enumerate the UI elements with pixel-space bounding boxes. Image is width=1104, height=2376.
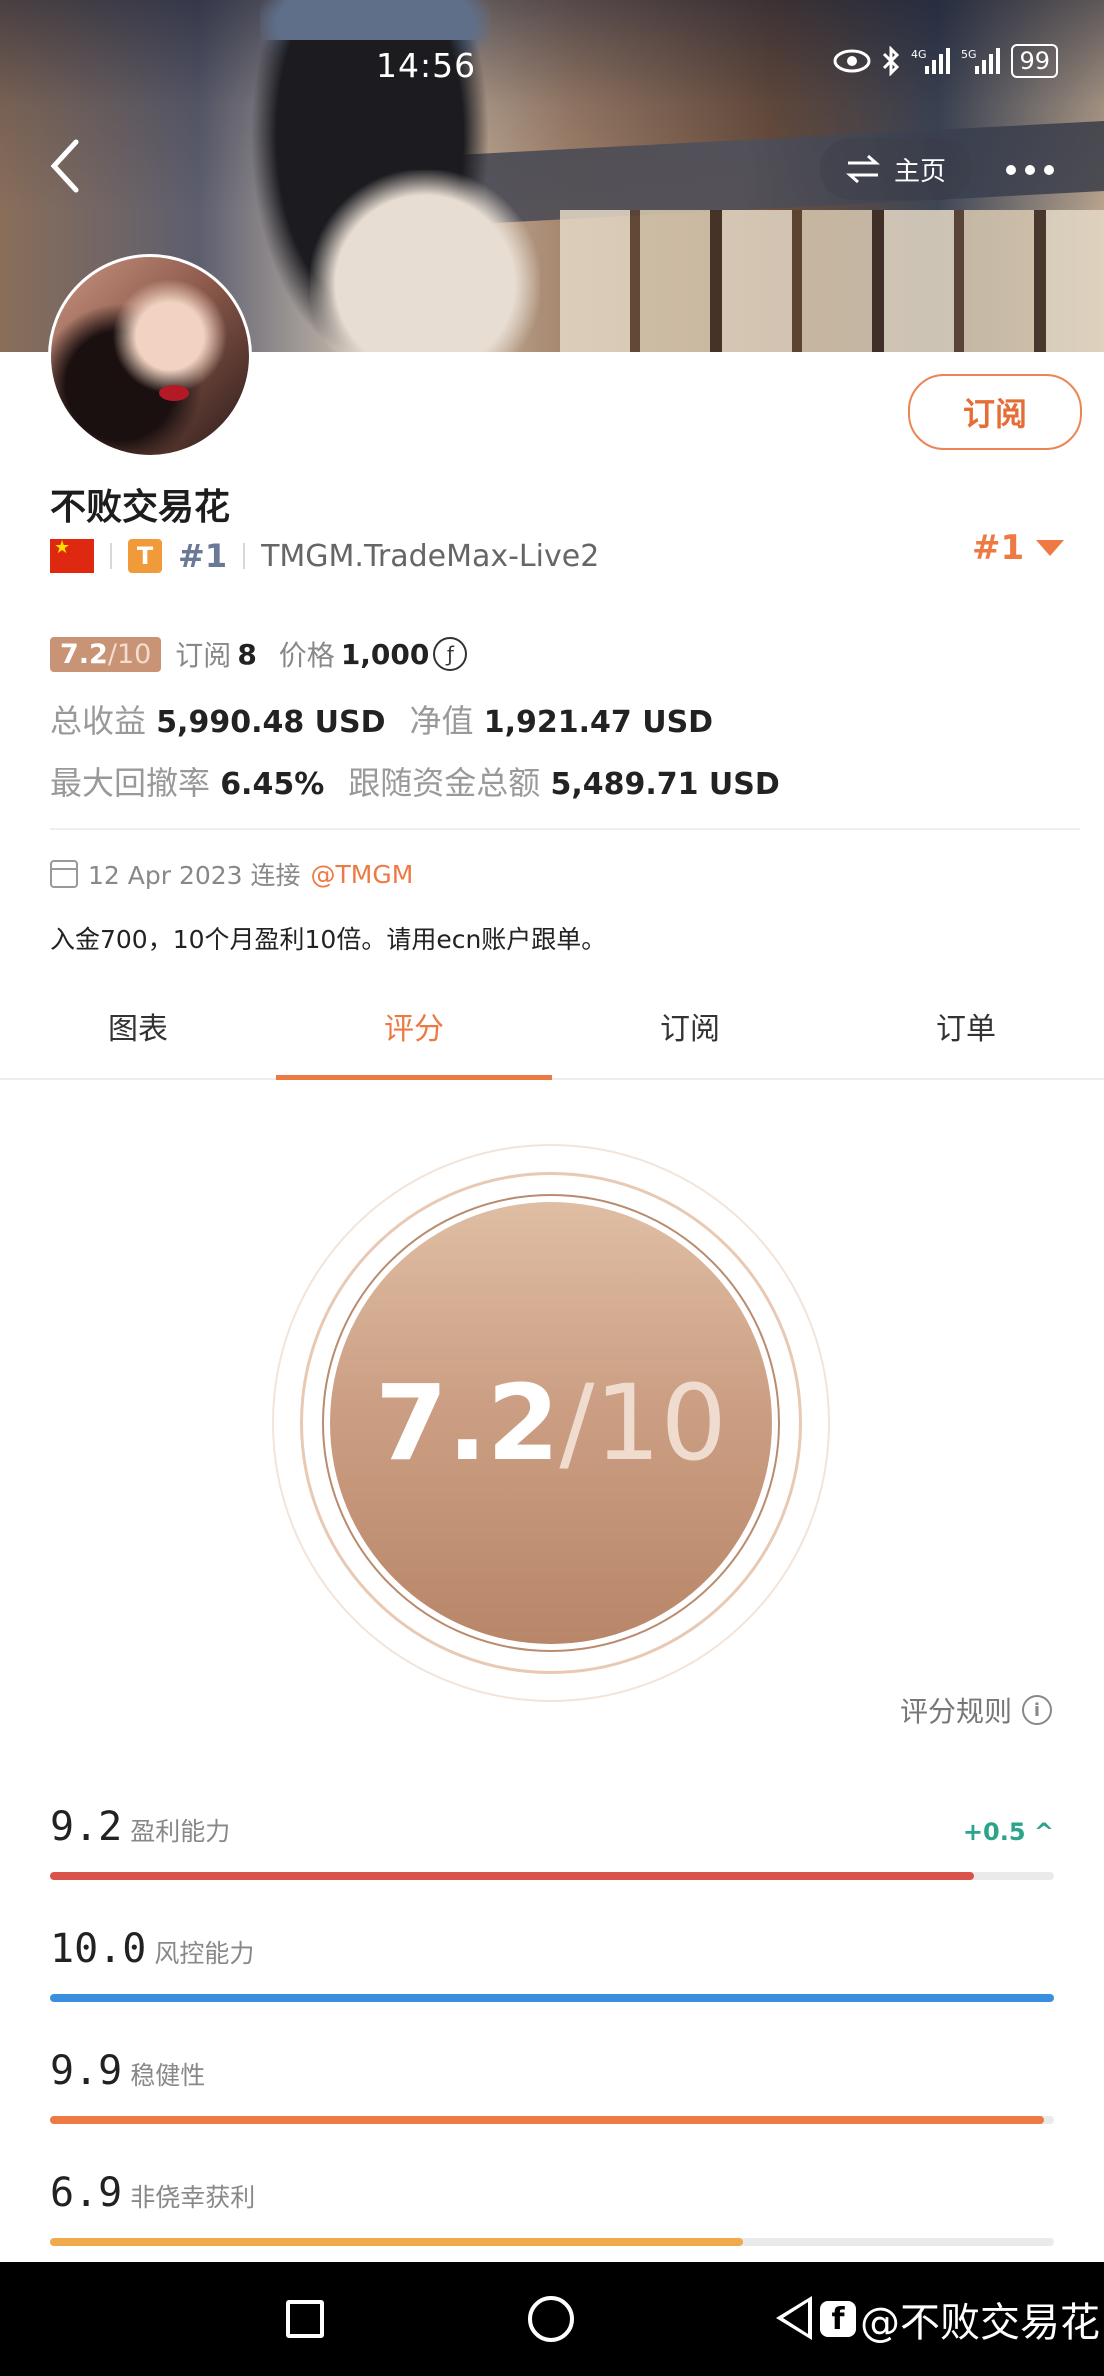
- rank-label: #1: [178, 537, 228, 575]
- more-dot-icon: [1006, 165, 1016, 175]
- signal-5g-icon: 5G: [961, 48, 1001, 74]
- drawdown-funds-row: 最大回撤率 6.45% 跟随资金总额 5,489.71 USD: [50, 758, 780, 804]
- caret-down-icon: [1036, 540, 1065, 556]
- subscribe-button[interactable]: 订阅: [908, 374, 1082, 450]
- status-icons: 4G 5G 99: [833, 44, 1058, 78]
- home-switch-button[interactable]: 主页: [820, 138, 972, 200]
- rank-dropdown-label: #1: [972, 528, 1025, 568]
- home-button[interactable]: [528, 2296, 574, 2342]
- bluetooth-icon: [883, 46, 900, 76]
- follow-funds-label: 跟随资金总额: [348, 764, 541, 802]
- facebook-icon: f: [820, 2301, 856, 2337]
- subs-value: 8: [237, 637, 257, 671]
- score-track: [50, 2238, 1054, 2246]
- recent-apps-button[interactable]: [286, 2300, 324, 2338]
- home-label: 主页: [893, 156, 946, 187]
- score-row-value: 9.2: [50, 1804, 123, 1850]
- watermark-text: @不败交易花: [860, 2300, 1100, 2346]
- score-track: [50, 1872, 1054, 1880]
- subs-label: 订阅: [175, 639, 232, 672]
- equity-label: 净值: [409, 702, 474, 740]
- follow-funds-value: 5,489.71 USD: [550, 767, 780, 802]
- system-nav-bar: f @不败交易花: [0, 2262, 1104, 2376]
- swap-icon: [845, 154, 880, 184]
- connect-date: 12 Apr 2023 连接: [88, 861, 301, 890]
- score-delta-up: +0.5 ^: [962, 1818, 1054, 1846]
- trader-meta-row: T #1 TMGM.TradeMax-Live2: [50, 534, 599, 578]
- score-row-label: 稳健性: [130, 2061, 206, 2090]
- battery-icon: 99: [1011, 44, 1058, 78]
- score-row-label: 盈利能力: [130, 1817, 231, 1846]
- score-chip: 7.2/10: [50, 636, 162, 672]
- divider: [50, 828, 1080, 830]
- trader-name: 不败交易花: [50, 487, 231, 528]
- connect-info: 12 Apr 2023 连接 @TMGM: [50, 856, 413, 892]
- info-icon: i: [1022, 1695, 1053, 1725]
- price-value: 1,000: [340, 637, 430, 671]
- score-row-label: 非侥幸获利: [130, 2183, 256, 2212]
- score-row-value: 6.9: [50, 2170, 123, 2216]
- profit-equity-row: 总收益 5,990.48 USD 净值 1,921.47 USD: [50, 696, 713, 742]
- score-track: [50, 2116, 1054, 2124]
- calendar-icon: [50, 860, 78, 888]
- more-options-button[interactable]: [1006, 150, 1076, 190]
- watermark: f @不败交易花: [820, 2290, 1100, 2348]
- tab-chart[interactable]: 图表: [0, 994, 276, 1078]
- overall-score-denominator: /10: [559, 1362, 727, 1484]
- overall-score-value: 7.2: [375, 1362, 560, 1484]
- status-time: 14:56: [376, 46, 477, 85]
- signal-4g-icon: 4G: [911, 48, 951, 74]
- tab-rating[interactable]: 评分: [276, 994, 552, 1080]
- score-row-stability: 9.9 稳健性: [50, 2048, 1054, 2124]
- rank-dropdown[interactable]: #1: [972, 528, 1065, 568]
- score-row-non-luck: 6.9 非侥幸获利: [50, 2170, 1054, 2246]
- rating-rules-link[interactable]: 评分规则 i: [900, 1690, 1053, 1730]
- rating-rules-label: 评分规则: [900, 1695, 1013, 1728]
- trader-bio: 入金700，10个月盈利10倍。请用ecn账户跟单。: [50, 925, 607, 954]
- eye-icon: [833, 49, 871, 73]
- svg-text:5G: 5G: [961, 48, 977, 61]
- tab-subscriptions[interactable]: 订阅: [552, 994, 828, 1078]
- china-flag-icon: [50, 537, 94, 573]
- back-button[interactable]: [42, 136, 86, 196]
- total-profit-value: 5,990.48 USD: [156, 705, 386, 740]
- chevron-left-icon: [50, 139, 79, 193]
- score-bar: [50, 2116, 1044, 2124]
- avatar[interactable]: [48, 254, 252, 458]
- score-bar: [50, 2238, 743, 2246]
- score-row-value: 10.0: [50, 1926, 147, 1972]
- price-label: 价格: [278, 639, 335, 672]
- score-track: [50, 1994, 1054, 2002]
- score-bar: [50, 1994, 1054, 2002]
- tier-t-badge-icon: T: [128, 539, 162, 573]
- score-row-profitability: 9.2 盈利能力 +0.5 ^: [50, 1804, 1054, 1880]
- svg-text:4G: 4G: [911, 48, 927, 61]
- score-subs-price-row: 7.2/10 订阅 8 价格 1,000 ƒ: [50, 634, 468, 674]
- overall-score-circle: 7.2/10: [330, 1202, 772, 1644]
- broker-handle-link[interactable]: @TMGM: [311, 860, 414, 889]
- total-profit-label: 总收益: [50, 702, 147, 740]
- equity-value: 1,921.47 USD: [483, 705, 714, 740]
- max-drawdown-label: 最大回撤率: [50, 764, 211, 802]
- coin-icon: ƒ: [433, 637, 468, 671]
- max-drawdown-value: 6.45%: [220, 767, 325, 802]
- broker-server: TMGM.TradeMax-Live2: [261, 538, 600, 574]
- tab-bar: 图表 评分 订阅 订单: [0, 994, 1104, 1080]
- score-row-value: 9.9: [50, 2048, 123, 2094]
- tab-orders[interactable]: 订单: [828, 994, 1104, 1078]
- score-bar: [50, 1872, 974, 1880]
- score-row-risk-control: 10.0 风控能力: [50, 1926, 1054, 2002]
- score-row-label: 风控能力: [154, 1939, 255, 1968]
